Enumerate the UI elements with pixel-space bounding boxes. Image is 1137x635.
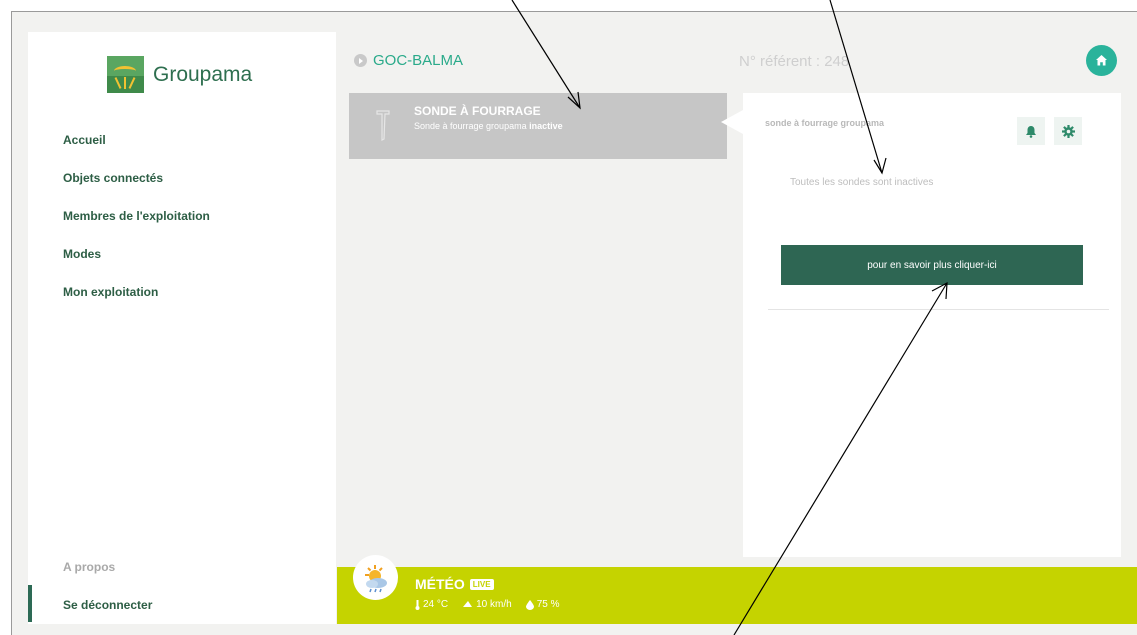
thermometer-icon xyxy=(415,599,420,610)
panel-notch xyxy=(721,110,743,134)
panel-divider xyxy=(768,309,1109,310)
humidity-stat: 75 % xyxy=(525,599,560,610)
meteo-bar[interactable]: MÉTÉO LIVE 24 °C 10 km/h 75 % xyxy=(337,555,1137,624)
panel-title: sonde à fourrage groupama xyxy=(765,118,885,128)
weather-icon xyxy=(364,564,387,592)
nav-item-mon-exploitation[interactable]: Mon exploitation xyxy=(63,285,210,323)
drop-icon xyxy=(525,599,534,610)
play-circle-icon[interactable] xyxy=(354,54,367,67)
sensor-subtitle: Sonde à fourrage groupama inactive xyxy=(414,121,563,131)
nav-item-a-propos[interactable]: A propos xyxy=(63,560,115,574)
home-icon xyxy=(1096,55,1107,66)
meteo-title: MÉTÉO LIVE xyxy=(415,576,494,592)
main-nav: Accueil Objets connectés Membres de l'ex… xyxy=(63,133,210,323)
more-info-button[interactable]: pour en savoir plus cliquer-ici xyxy=(781,245,1083,285)
logout-link[interactable]: Se déconnecter xyxy=(63,598,152,612)
reference-number: N° référent : 248 xyxy=(739,53,850,70)
bell-icon xyxy=(1026,125,1036,138)
sensor-card[interactable]: SONDE À FOURRAGE Sonde à fourrage groupa… xyxy=(349,93,727,159)
alerts-button[interactable] xyxy=(1017,117,1045,145)
groupama-logo-mark xyxy=(107,56,144,93)
site-header: GOC-BALMA xyxy=(354,52,463,69)
site-name[interactable]: GOC-BALMA xyxy=(373,52,463,69)
gear-icon xyxy=(1061,124,1075,138)
active-indicator xyxy=(28,585,32,622)
wind-icon xyxy=(463,601,473,607)
groupama-logo[interactable]: Groupama xyxy=(107,56,252,93)
nav-item-accueil[interactable]: Accueil xyxy=(63,133,210,171)
settings-button[interactable] xyxy=(1054,117,1082,145)
temperature-stat: 24 °C xyxy=(415,599,448,610)
nav-item-membres[interactable]: Membres de l'exploitation xyxy=(63,209,210,247)
sidebar: Groupama Accueil Objets connectés Membre… xyxy=(28,32,336,624)
nav-item-modes[interactable]: Modes xyxy=(63,247,210,285)
weather-icon-badge xyxy=(353,555,398,600)
brand-name: Groupama xyxy=(153,62,253,86)
sensor-detail-panel: sonde à fourrage groupama Toutes les son… xyxy=(743,93,1121,557)
meteo-stats: 24 °C 10 km/h 75 % xyxy=(415,599,560,610)
wind-stat: 10 km/h xyxy=(462,599,512,610)
live-badge: LIVE xyxy=(469,578,494,590)
sensor-title: SONDE À FOURRAGE xyxy=(414,104,541,118)
home-button[interactable] xyxy=(1086,45,1117,76)
nav-item-objets-connectes[interactable]: Objets connectés xyxy=(63,171,210,209)
panel-message: Toutes les sondes sont inactives xyxy=(790,177,934,188)
sensor-probe-icon xyxy=(376,110,390,141)
sensor-status: inactive xyxy=(529,121,563,131)
